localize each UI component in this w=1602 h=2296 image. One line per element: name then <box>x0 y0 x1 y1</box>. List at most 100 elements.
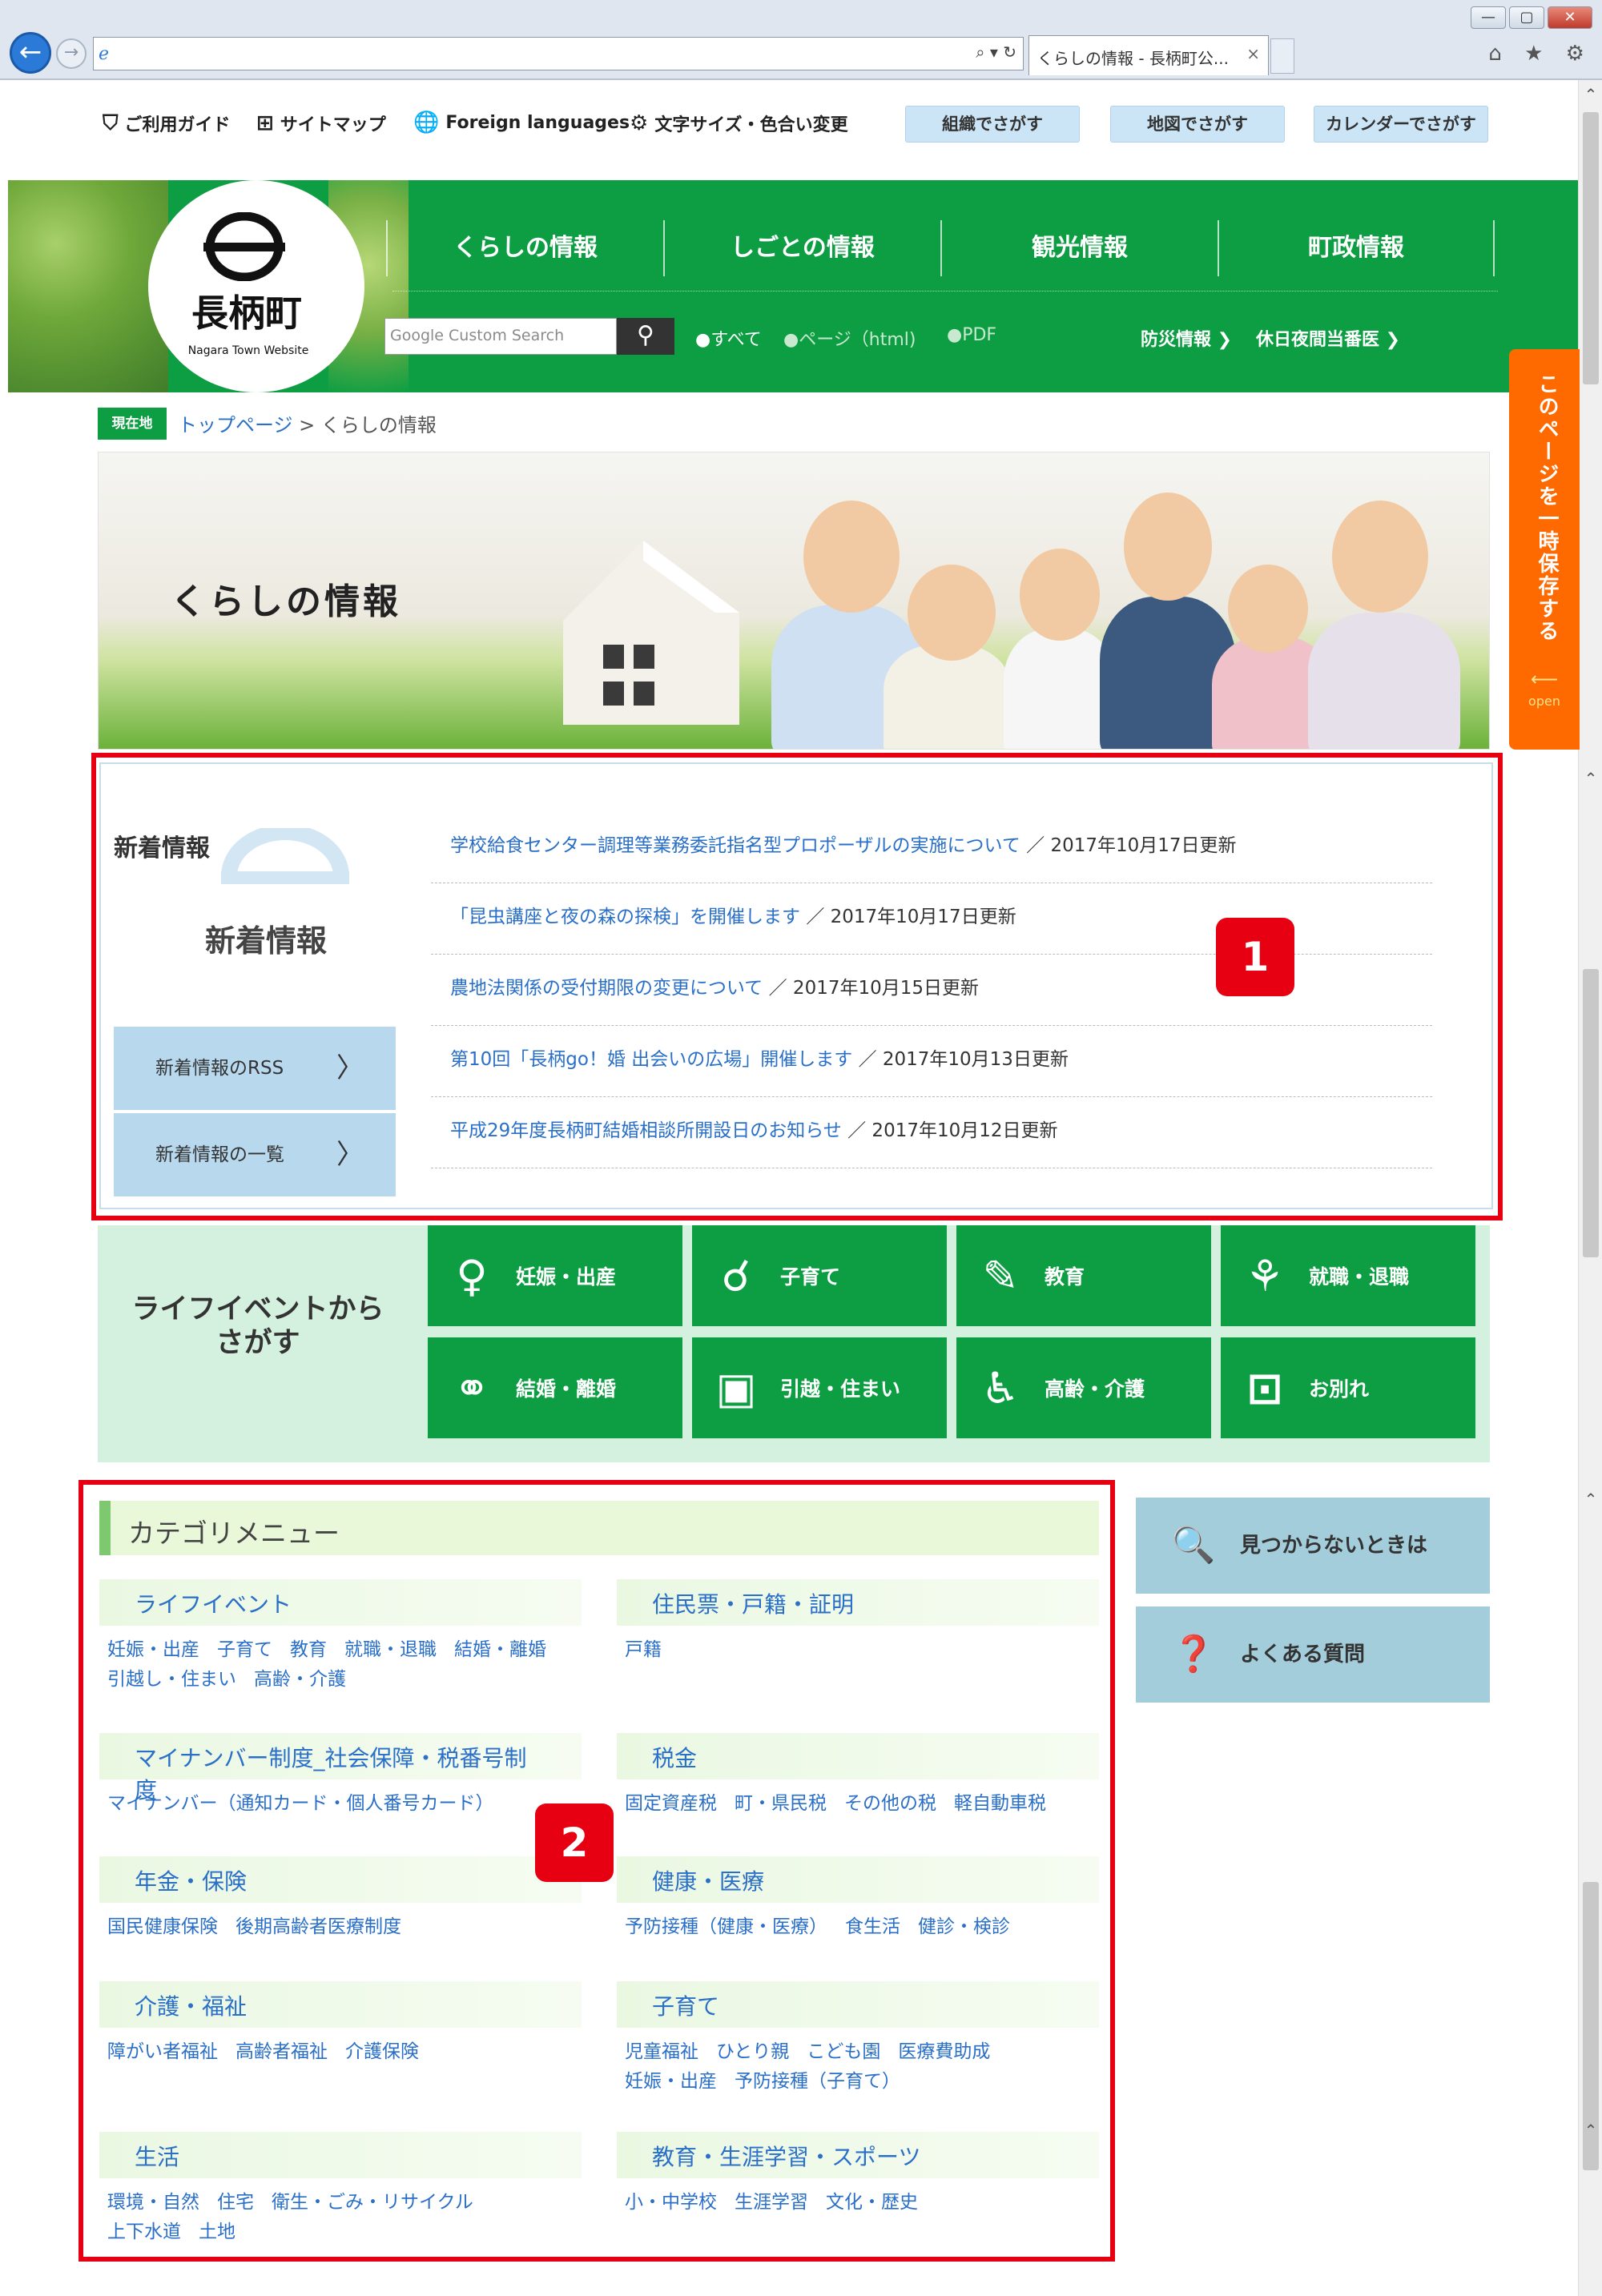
news-link[interactable]: 「昆虫講座と夜の森の探検」を開催します <box>450 907 800 927</box>
life-event-education[interactable]: ✎ 教育 <box>956 1225 1211 1326</box>
gnav-government[interactable]: 町政情報 <box>1218 220 1495 276</box>
category-link[interactable]: 子育て <box>217 1639 272 1660</box>
faq-button[interactable]: ❓ よくある質問 <box>1136 1606 1490 1703</box>
news-link[interactable]: 第10回「長柄go！婚 出会いの広場」開催します <box>450 1049 852 1070</box>
foreign-languages-link[interactable]: 🌐 Foreign languages <box>413 111 630 135</box>
life-event-marriage[interactable]: ⚭ 結婚・離婚 <box>428 1337 682 1438</box>
life-event-elderly-care[interactable]: ♿ 高齢・介護 <box>956 1337 1211 1438</box>
news-link[interactable]: 農地法関係の受付期限の変更について <box>450 978 763 999</box>
news-link[interactable]: 平成29年度長柄町結婚相談所開設日のお知らせ <box>450 1120 842 1141</box>
category-link[interactable]: 軽自動車税 <box>954 1793 1046 1814</box>
disaster-info-link[interactable]: 防災情報 ❯ <box>1141 325 1232 351</box>
category-heading[interactable]: 生活 <box>99 2132 582 2178</box>
text-size-link[interactable]: ⚙ 文字サイズ・色合い変更 <box>630 111 848 136</box>
category-link[interactable]: 教育 <box>290 1639 327 1660</box>
category-link[interactable]: こども園 <box>807 2041 880 2062</box>
category-link[interactable]: 住宅 <box>217 2192 254 2213</box>
category-link[interactable]: 医療費助成 <box>898 2041 990 2062</box>
category-heading[interactable]: マイナンバー制度_社会保障・税番号制度 <box>99 1733 582 1803</box>
category-link[interactable]: 固定資産税 <box>625 1793 717 1814</box>
category-link[interactable]: 衛生・ごみ・リサイクル <box>272 2192 473 2213</box>
scroll-thumb[interactable] <box>1583 969 1599 1257</box>
category-heading[interactable]: ライフイベント <box>99 1579 582 1626</box>
page-scrollbar[interactable]: ⌃ ⌃ ⌃ ⌃ <box>1578 80 1602 2296</box>
news-list-button[interactable]: 新着情報の一覧 〉 <box>114 1113 396 1196</box>
category-link[interactable]: 環境・自然 <box>107 2192 199 2213</box>
search-button[interactable]: ⚲ <box>617 318 674 355</box>
category-link[interactable]: 後期高齢者医療制度 <box>235 1916 401 1937</box>
category-link[interactable]: 町・県民税 <box>735 1793 827 1814</box>
guide-link[interactable]: ⛉ ご利用ガイド <box>103 111 231 136</box>
scroll-thumb[interactable] <box>1583 112 1599 384</box>
category-link[interactable]: マイナンバー（通知カード・個人番号カード） <box>107 1793 494 1814</box>
address-tools[interactable]: ⌕ ▾ ↻ <box>976 42 1016 62</box>
gnav-work[interactable]: しごとの情報 <box>663 220 940 276</box>
town-logo-name[interactable]: 長柄町 <box>183 284 311 337</box>
save-page-side-tab[interactable]: このページを一時保存する ⟵ open <box>1509 349 1580 750</box>
news-link[interactable]: 学校給食センター調理等業務委託指名型プロポーザルの実施について <box>450 835 1020 856</box>
radio-page[interactable]: ●ページ（html) <box>783 325 916 351</box>
category-heading[interactable]: 税金 <box>617 1733 1099 1779</box>
life-event-moving[interactable]: ▣ 引越・住まい <box>692 1337 947 1438</box>
category-link[interactable]: 児童福祉 <box>625 2041 698 2062</box>
category-heading[interactable]: 年金・保険 <box>99 1856 582 1903</box>
tab-close-icon[interactable]: × <box>1246 44 1260 63</box>
category-link[interactable]: 健診・検診 <box>918 1916 1010 1937</box>
news-rss-button[interactable]: 新着情報のRSS 〉 <box>114 1027 396 1110</box>
life-event-childcare[interactable]: ☌ 子育て <box>692 1225 947 1326</box>
holiday-doctor-link[interactable]: 休日夜間当番医 ❯ <box>1256 325 1400 351</box>
new-tab-button[interactable] <box>1270 38 1294 74</box>
sitemap-link[interactable]: ⊞ サイトマップ <box>256 111 386 136</box>
category-link[interactable]: 結婚・離婚 <box>454 1639 546 1660</box>
town-emblem-icon[interactable] <box>200 212 288 281</box>
category-link[interactable]: その他の税 <box>844 1793 936 1814</box>
radio-all[interactable]: ●すべて <box>695 325 762 351</box>
maximize-button[interactable]: ▢ <box>1509 6 1544 29</box>
scroll-up-icon[interactable]: ⌃ <box>1579 769 1602 793</box>
category-link[interactable]: 国民健康保険 <box>107 1916 218 1937</box>
close-window-button[interactable]: ✕ <box>1548 6 1592 29</box>
category-link[interactable]: 上下水道 <box>107 2222 181 2242</box>
life-event-employment[interactable]: ⚘ 就職・退職 <box>1221 1225 1475 1326</box>
not-found-button[interactable]: 🔍 見つからないときは <box>1136 1498 1490 1594</box>
category-link[interactable]: 就職・退職 <box>344 1639 437 1660</box>
category-link[interactable]: 予防接種（健康・医療） <box>625 1916 827 1937</box>
minimize-button[interactable]: — <box>1471 6 1506 29</box>
breadcrumb-home-link[interactable]: トップページ <box>178 414 293 436</box>
address-bar[interactable]: ℯ ⌕ ▾ ↻ <box>93 37 1024 70</box>
category-link[interactable]: 引越し・住まい <box>107 1669 236 1690</box>
scroll-up-icon[interactable]: ⌃ <box>1579 85 1602 109</box>
scroll-up-icon[interactable]: ⌃ <box>1579 2121 1602 2145</box>
search-by-map-button[interactable]: 地図でさがす <box>1110 106 1285 143</box>
radio-pdf[interactable]: ●PDF <box>947 325 996 345</box>
gnav-tourism[interactable]: 観光情報 <box>940 220 1218 276</box>
search-by-org-button[interactable]: 組織でさがす <box>905 106 1080 143</box>
category-link[interactable]: 妊娠・出産 <box>107 1639 199 1660</box>
category-link[interactable]: 障がい者福祉 <box>107 2041 218 2062</box>
category-heading[interactable]: 子育て <box>617 1981 1099 2028</box>
category-link[interactable]: 高齢者福祉 <box>235 2041 328 2062</box>
category-link[interactable]: 妊娠・出産 <box>625 2071 717 2092</box>
life-event-farewell[interactable]: ⊡ お別れ <box>1221 1337 1475 1438</box>
category-heading[interactable]: 健康・医療 <box>617 1856 1099 1903</box>
search-by-calendar-button[interactable]: カレンダーでさがす <box>1314 106 1488 143</box>
category-link[interactable]: 戸籍 <box>625 1639 662 1660</box>
category-link[interactable]: 小・中学校 <box>625 2192 717 2213</box>
category-heading[interactable]: 教育・生涯学習・スポーツ <box>617 2132 1099 2178</box>
browser-toolbar-icons[interactable]: ⌂ ★ ⚙ <box>1488 42 1592 66</box>
life-event-pregnancy[interactable]: ♀ 妊娠・出産 <box>428 1225 682 1326</box>
category-link[interactable]: ひとり親 <box>716 2041 789 2062</box>
search-input[interactable]: Google Custom Search <box>384 318 617 355</box>
category-link[interactable]: 文化・歴史 <box>826 2192 918 2213</box>
gnav-living[interactable]: くらしの情報 <box>386 220 663 276</box>
forward-button[interactable]: → <box>56 38 87 69</box>
back-button[interactable]: ← <box>10 32 51 74</box>
category-link[interactable]: 介護保険 <box>345 2041 419 2062</box>
category-heading[interactable]: 介護・福祉 <box>99 1981 582 2028</box>
category-heading[interactable]: 住民票・戸籍・証明 <box>617 1579 1099 1626</box>
scroll-up-icon[interactable]: ⌃ <box>1579 1490 1602 1514</box>
open-label[interactable]: open <box>1517 694 1572 709</box>
category-link[interactable]: 食生活 <box>845 1916 900 1937</box>
category-link[interactable]: 生涯学習 <box>735 2192 808 2213</box>
category-link[interactable]: 土地 <box>199 2222 235 2242</box>
